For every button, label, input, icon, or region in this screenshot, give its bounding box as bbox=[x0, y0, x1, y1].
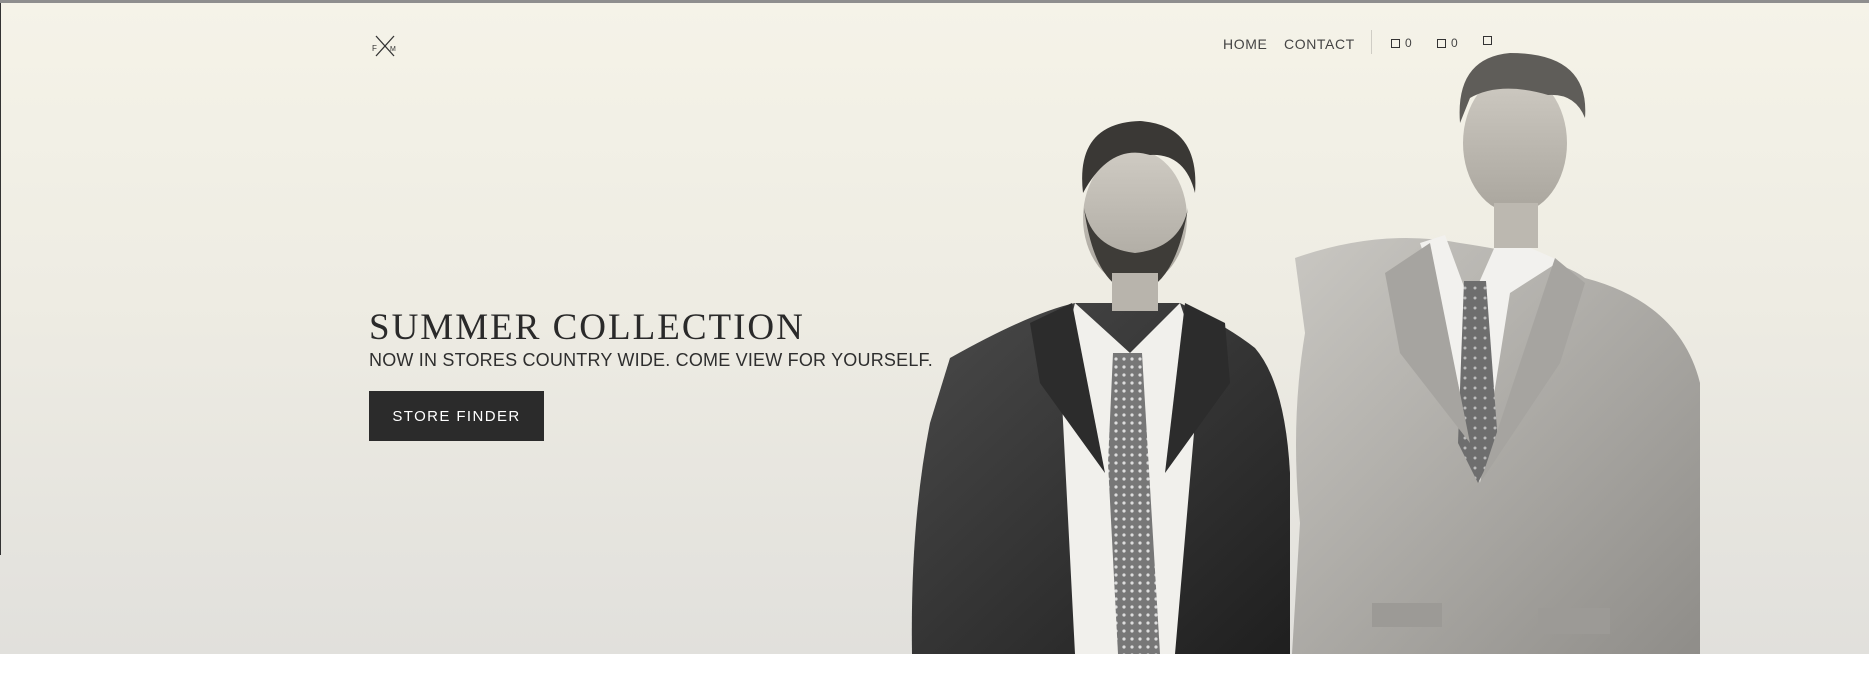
square-icon bbox=[1391, 38, 1400, 48]
nav-link-home[interactable]: HOME bbox=[1223, 36, 1267, 52]
model-left bbox=[911, 121, 1290, 654]
hero-banner: F M bbox=[0, 3, 1869, 654]
nav-counter-1[interactable]: 0 bbox=[1391, 36, 1412, 50]
counter-value: 0 bbox=[1451, 36, 1458, 50]
hero-subtitle: NOW IN STORES COUNTRY WIDE. COME VIEW FO… bbox=[369, 350, 933, 370]
hero-title: SUMMER COLLECTION bbox=[369, 307, 805, 348]
nav-link-contact[interactable]: CONTACT bbox=[1284, 36, 1355, 52]
nav-counter-2[interactable]: 0 bbox=[1437, 36, 1458, 50]
square-icon bbox=[1483, 36, 1492, 45]
square-icon bbox=[1437, 38, 1446, 48]
store-finder-button[interactable]: STORE FINDER bbox=[369, 391, 544, 441]
hero-photo bbox=[911, 53, 1700, 654]
nav-counter-3[interactable] bbox=[1483, 36, 1497, 45]
model-right bbox=[1292, 53, 1700, 654]
nav-divider bbox=[1371, 30, 1372, 54]
left-edge bbox=[0, 3, 1, 555]
main-nav: HOME CONTACT bbox=[0, 36, 1869, 56]
counter-value: 0 bbox=[1405, 36, 1412, 50]
